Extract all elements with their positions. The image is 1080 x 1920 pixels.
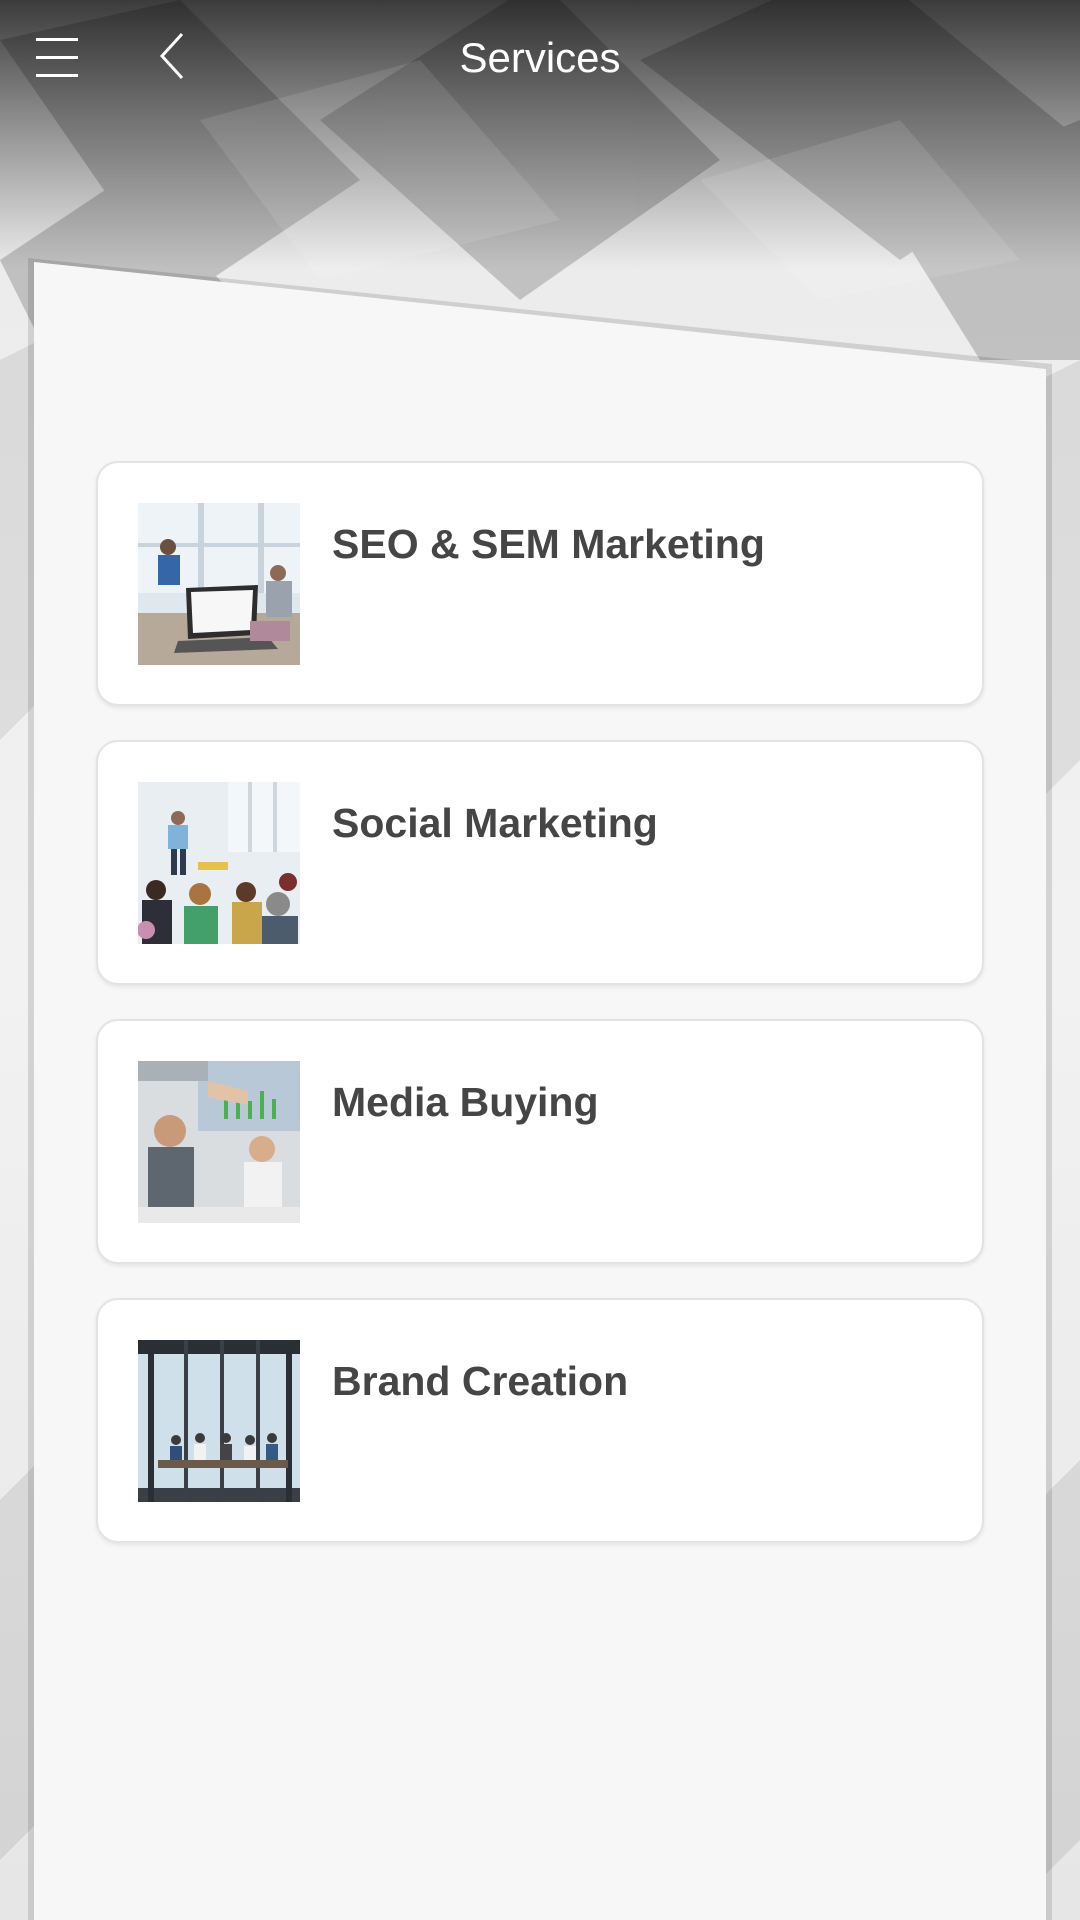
- service-title: Media Buying: [332, 1079, 599, 1125]
- services-list: SEO & SEM Marketing Social Marketing Med…: [96, 461, 984, 1577]
- service-card-seo-sem-marketing[interactable]: SEO & SEM Marketing: [96, 461, 984, 706]
- service-card-social-marketing[interactable]: Social Marketing: [96, 740, 984, 985]
- office-laptop-meeting-photo: [138, 503, 300, 665]
- chevron-left-icon: [159, 32, 184, 80]
- service-card-media-buying[interactable]: Media Buying: [96, 1019, 984, 1264]
- service-title: Social Marketing: [332, 800, 658, 846]
- top-app-bar: Services: [0, 0, 1080, 116]
- business-handshake-photo: [138, 1061, 300, 1223]
- back-button[interactable]: [148, 28, 198, 84]
- presentation-audience-photo: [138, 782, 300, 944]
- service-title: Brand Creation: [332, 1358, 629, 1404]
- service-title: SEO & SEM Marketing: [332, 521, 765, 567]
- hamburger-menu-icon: [36, 38, 78, 77]
- menu-button[interactable]: [30, 30, 86, 82]
- service-card-brand-creation[interactable]: Brand Creation: [96, 1298, 984, 1543]
- conference-room-team-photo: [138, 1340, 300, 1502]
